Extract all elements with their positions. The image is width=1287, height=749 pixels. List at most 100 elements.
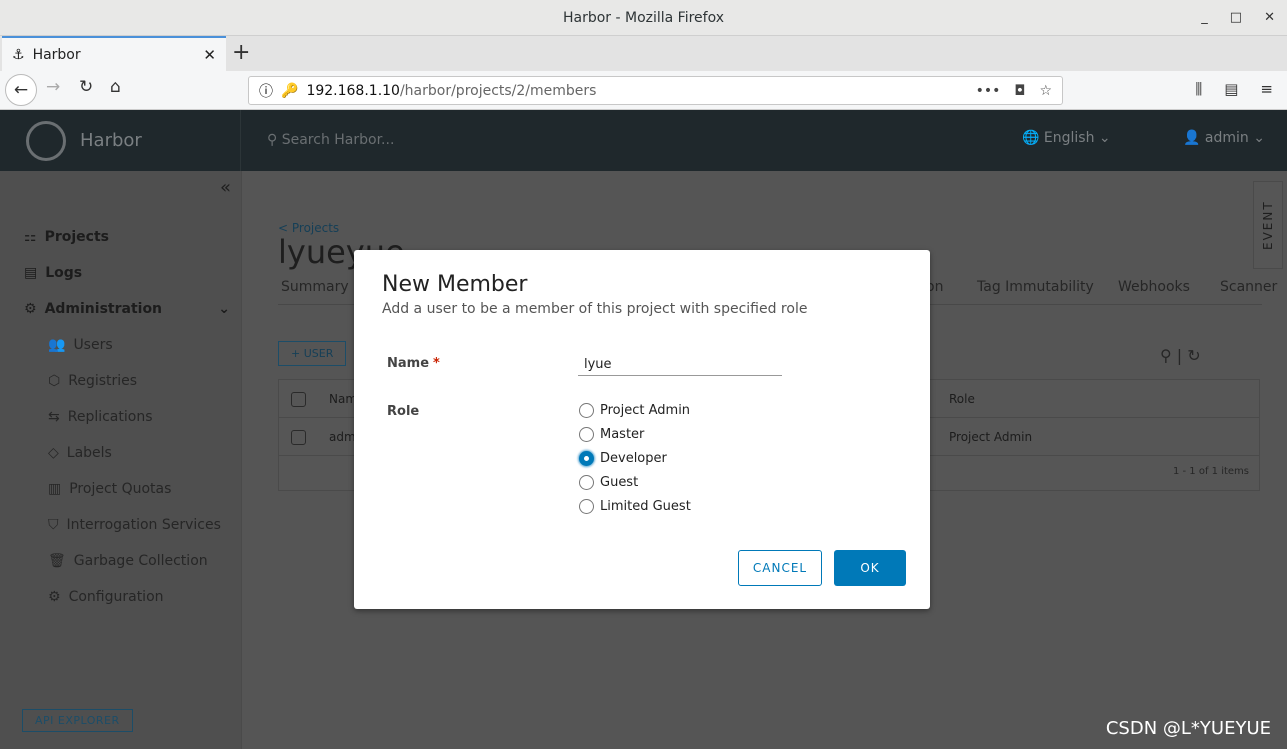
language-label: English ⌄ bbox=[1043, 130, 1111, 146]
select-all-checkbox[interactable] bbox=[291, 392, 306, 407]
dialog-subtitle: Add a user to be a member of this projec… bbox=[382, 301, 808, 317]
radio-circle-selected[interactable] bbox=[579, 451, 594, 466]
add-user-button[interactable]: + USER bbox=[278, 341, 347, 366]
sidebar-item-label: Users bbox=[73, 337, 113, 353]
radio-limited-guest[interactable]: Limited Guest bbox=[579, 499, 691, 514]
radio-developer[interactable]: Developer bbox=[579, 451, 667, 466]
sidebar-item-logs[interactable]: ▤ Logs bbox=[24, 265, 82, 281]
language-selector[interactable]: 🌐 English ⌄ bbox=[1022, 130, 1111, 146]
role-label: Role bbox=[387, 404, 420, 419]
nav-bar: ← → ↻ ⌂ ⓘ 🔑 192.168.1.10/harbor/projects/2… bbox=[0, 71, 1287, 110]
replications-icon: ⇆ bbox=[48, 409, 60, 425]
radio-project-admin[interactable]: Project Admin bbox=[579, 403, 690, 418]
sidebar-item-label: Administration bbox=[44, 301, 163, 317]
home-button[interactable]: ⌂ bbox=[110, 77, 121, 97]
api-explorer-button[interactable]: API EXPLORER bbox=[22, 709, 133, 732]
users-icon: 👥 bbox=[48, 337, 66, 353]
sidebar-item-configuration[interactable]: ⚙ Configuration bbox=[48, 589, 164, 605]
cell-name: adm bbox=[329, 430, 356, 444]
sidebar-icon[interactable]: ▤ bbox=[1224, 80, 1238, 98]
user-label: admin ⌄ bbox=[1204, 130, 1265, 146]
radio-master[interactable]: Master bbox=[579, 427, 644, 442]
sidebar-item-label: Labels bbox=[66, 445, 112, 461]
harbor-logo-icon bbox=[26, 120, 66, 161]
search-input[interactable]: ⚲ Search Harbor... bbox=[240, 110, 394, 171]
quota-icon: ▥ bbox=[48, 481, 62, 497]
minimize-button[interactable]: _ bbox=[1201, 0, 1208, 36]
sidebar-item-users[interactable]: 👥 Users bbox=[48, 337, 113, 353]
radio-guest[interactable]: Guest bbox=[579, 475, 638, 490]
sidebar-item-garbage-collection[interactable]: 🗑 Garbage Collection bbox=[48, 553, 208, 569]
close-window-button[interactable]: ✕ bbox=[1264, 0, 1275, 36]
sidebar-item-interrogation-services[interactable]: ⛉ Interrogation Services bbox=[48, 517, 221, 533]
name-label: Name * bbox=[387, 356, 440, 371]
url-host: 192.168.1.10 bbox=[306, 82, 400, 99]
sidebar-item-label: Replications bbox=[67, 409, 153, 425]
sidebar-item-label: Projects bbox=[44, 229, 109, 245]
tab-scanner[interactable]: Scanner bbox=[1220, 279, 1277, 295]
radio-circle[interactable] bbox=[579, 427, 594, 442]
url-path: /harbor/projects/2/members bbox=[399, 82, 597, 99]
radio-circle[interactable] bbox=[579, 499, 594, 514]
reload-button[interactable]: ↻ bbox=[79, 77, 93, 97]
key-icon: 🔑 bbox=[281, 82, 299, 99]
gear-icon: ⚙ bbox=[48, 589, 61, 605]
radio-circle[interactable] bbox=[579, 403, 594, 418]
row-checkbox[interactable] bbox=[291, 430, 306, 445]
menu-icon[interactable]: ≡ bbox=[1260, 80, 1273, 98]
more-icon[interactable]: ••• bbox=[976, 83, 1001, 99]
sidebar-item-replications[interactable]: ⇆ Replications bbox=[48, 409, 153, 425]
tab-summary[interactable]: Summary bbox=[281, 279, 349, 295]
registries-icon: ⬡ bbox=[48, 373, 61, 389]
window-title: Harbor - Mozilla Firefox bbox=[562, 10, 725, 26]
favicon-icon: ⚓ bbox=[12, 46, 25, 63]
tab-bar: ⚓ Harbor ✕ + bbox=[0, 36, 1287, 71]
close-tab-icon[interactable]: ✕ bbox=[203, 46, 216, 64]
cell-role: Project Admin bbox=[949, 430, 1033, 444]
browser-tab-harbor[interactable]: ⚓ Harbor ✕ bbox=[2, 36, 226, 71]
user-menu[interactable]: 👤 admin ⌄ bbox=[1183, 130, 1265, 146]
new-tab-button[interactable]: + bbox=[232, 40, 250, 65]
new-member-dialog: New Member Add a user to be a member of … bbox=[354, 250, 930, 609]
window-titlebar: Harbor - Mozilla Firefox _ □ ✕ bbox=[0, 0, 1287, 36]
watermark: CSDN @L*YUEYUE bbox=[1105, 718, 1271, 739]
column-name: Nam bbox=[329, 392, 358, 406]
sidebar-item-registries[interactable]: ⬡ Registries bbox=[48, 373, 137, 389]
sidebar-item-project-quotas[interactable]: ▥ Project Quotas bbox=[48, 481, 171, 497]
search-icon[interactable]: ⚲ | ↻ bbox=[1160, 346, 1201, 365]
tab-title: Harbor bbox=[32, 46, 81, 63]
tab-tag-immutability[interactable]: Tag Immutability bbox=[977, 279, 1094, 295]
sidebar-item-label: Interrogation Services bbox=[66, 517, 221, 533]
search-placeholder: Search Harbor... bbox=[281, 132, 395, 148]
pocket-icon[interactable]: ◘ bbox=[1014, 83, 1025, 99]
back-button[interactable]: ← bbox=[5, 74, 37, 106]
ok-button[interactable]: OK bbox=[834, 550, 906, 586]
radio-circle[interactable] bbox=[579, 475, 594, 490]
radio-label: Limited Guest bbox=[600, 499, 691, 514]
sidebar-item-labels[interactable]: ◇ Labels bbox=[48, 445, 112, 461]
name-label-text: Name bbox=[387, 356, 430, 371]
library-icon[interactable]: ⫼ bbox=[1195, 80, 1202, 98]
name-input[interactable] bbox=[578, 353, 782, 376]
collapse-sidebar-icon[interactable]: « bbox=[220, 177, 231, 198]
sidebar-item-label: Logs bbox=[45, 265, 83, 281]
brand-name: Harbor bbox=[80, 130, 142, 151]
maximize-button[interactable]: □ bbox=[1230, 0, 1242, 36]
trash-icon: 🗑 bbox=[48, 553, 66, 569]
sidebar-item-projects[interactable]: ⚏ Projects bbox=[24, 229, 109, 245]
bookmark-star-icon[interactable]: ☆ bbox=[1039, 83, 1052, 99]
dialog-title: New Member bbox=[382, 272, 528, 297]
url-bar[interactable]: ⓘ 🔑 192.168.1.10/harbor/projects/2/members… bbox=[248, 76, 1063, 105]
chevron-down-icon: ⌄ bbox=[218, 301, 230, 317]
info-icon: ⓘ bbox=[259, 83, 273, 100]
forward-button[interactable]: → bbox=[46, 77, 60, 97]
column-role: Role bbox=[949, 392, 975, 406]
event-tab[interactable]: EVENT bbox=[1253, 181, 1283, 269]
app-header: Harbor ⚲ Search Harbor... 🌐 English ⌄ 👤 … bbox=[0, 110, 1287, 171]
shield-icon: ⛉ bbox=[48, 517, 59, 533]
cancel-button[interactable]: CANCEL bbox=[738, 550, 822, 586]
radio-label: Developer bbox=[600, 451, 667, 466]
required-marker: * bbox=[433, 356, 440, 371]
sidebar-item-administration[interactable]: ⚙ Administration ⌄ bbox=[24, 301, 230, 317]
tab-webhooks[interactable]: Webhooks bbox=[1118, 279, 1190, 295]
